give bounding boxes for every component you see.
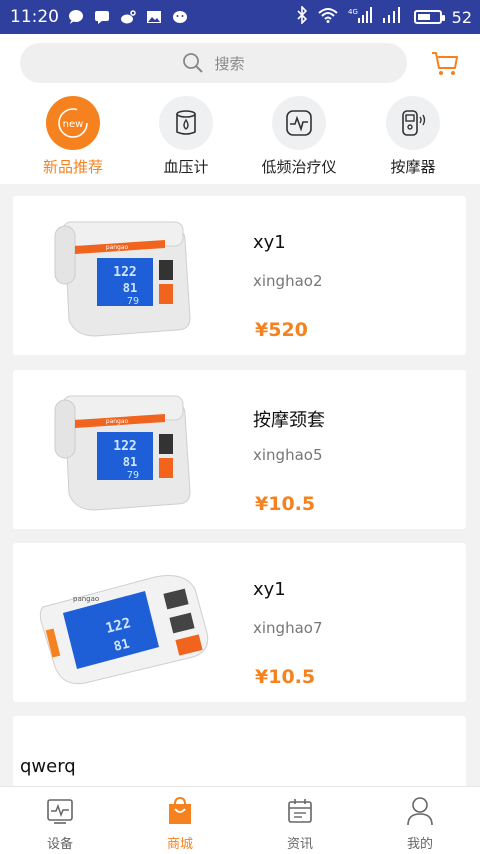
- system-status: 4G 52: [296, 0, 472, 34]
- device-reading: 122: [113, 265, 136, 280]
- tab-news[interactable]: 资讯: [260, 795, 340, 852]
- product-title: qwerq: [20, 756, 76, 777]
- category-low-frequency[interactable]: 低频治疗仪: [244, 96, 354, 177]
- wifi-icon: [317, 7, 338, 27]
- pulse-device-icon: [272, 96, 326, 150]
- weibo-icon: [119, 9, 137, 25]
- product-card[interactable]: 122 81 79 pangao 按摩颈套 xinghao5 ¥10.5: [13, 370, 466, 529]
- profile-icon: [380, 795, 460, 827]
- news-icon: [260, 795, 340, 827]
- tab-device[interactable]: 设备: [20, 795, 100, 852]
- category-new[interactable]: new 新品推荐: [18, 96, 128, 177]
- device-brand: pangao: [106, 244, 129, 251]
- device-reading: 79: [127, 470, 139, 481]
- product-title: xy1: [253, 579, 286, 600]
- device-reading: 122: [113, 439, 136, 454]
- product-title: xy1: [253, 232, 286, 253]
- device-brand: pangao: [106, 418, 129, 425]
- cart-button[interactable]: [430, 48, 460, 82]
- battery-level: 52: [451, 7, 472, 27]
- status-time: 11:20: [10, 7, 59, 27]
- tab-label: 设备: [46, 837, 73, 852]
- category-label: 血压计: [163, 158, 209, 176]
- blood-pressure-icon: [159, 96, 213, 150]
- bluetooth-icon: [296, 5, 308, 28]
- product-price: ¥520: [255, 319, 308, 341]
- header-area: 搜索 new 新品推荐 血压计 低频治疗仪 按摩器: [0, 34, 480, 184]
- product-card[interactable]: qwerq: [13, 716, 466, 796]
- tab-label: 我的: [406, 837, 433, 852]
- product-title: 按摩颈套: [253, 410, 325, 431]
- device-reading: 79: [127, 296, 139, 307]
- device-brand: pangao: [73, 595, 99, 603]
- product-model: xinghao5: [253, 446, 323, 464]
- category-massager[interactable]: 按摩器: [358, 96, 468, 177]
- category-label: 新品推荐: [42, 158, 103, 176]
- shopping-bag-icon: [140, 795, 220, 827]
- category-label: 按摩器: [390, 158, 436, 176]
- device-reading: 81: [123, 455, 137, 469]
- status-bar: 11:20 4G 52: [0, 0, 480, 34]
- massager-icon: [386, 96, 440, 150]
- product-image: 122 81 pangao: [35, 555, 215, 690]
- product-model: xinghao2: [253, 272, 323, 290]
- chat-icon: [93, 9, 111, 25]
- notification-icons: [67, 9, 189, 25]
- product-card[interactable]: 122 81 pangao xy1 xinghao7 ¥10.5: [13, 543, 466, 702]
- tab-label: 商城: [166, 837, 193, 852]
- search-placeholder: 搜索: [214, 54, 245, 73]
- battery-icon: [413, 10, 445, 24]
- product-price: ¥10.5: [255, 666, 316, 688]
- search-icon: [183, 53, 204, 73]
- signal-4g-icon: 4G: [348, 6, 372, 28]
- signal-icon: [382, 6, 404, 28]
- tab-mall[interactable]: 商城: [140, 795, 220, 852]
- image-icon: [145, 9, 163, 25]
- device-reading: 81: [123, 281, 137, 295]
- svg-text:4G: 4G: [348, 8, 358, 16]
- product-card[interactable]: 122 81 79 pangao xy1 xinghao2 ¥520: [13, 196, 466, 355]
- new-badge-text: new: [63, 119, 84, 130]
- category-label: 低频治疗仪: [261, 158, 337, 176]
- product-price: ¥10.5: [255, 493, 316, 515]
- search-bar[interactable]: 搜索: [20, 43, 407, 83]
- message-icon: [67, 9, 85, 25]
- cart-icon: [432, 52, 458, 75]
- category-blood-pressure[interactable]: 血压计: [131, 96, 241, 177]
- product-image: 122 81 79 pangao: [35, 208, 215, 343]
- product-image: 122 81 79 pangao: [35, 382, 215, 517]
- bottom-tab-bar: 设备 商城 资讯 我的: [0, 786, 480, 854]
- category-row: new 新品推荐 血压计 低频治疗仪 按摩器: [0, 96, 480, 184]
- device-icon: [20, 795, 100, 827]
- tab-label: 资讯: [286, 837, 313, 852]
- new-icon: new: [46, 96, 100, 150]
- tab-mine[interactable]: 我的: [380, 795, 460, 852]
- product-model: xinghao7: [253, 619, 323, 637]
- wechat-icon: [171, 9, 189, 25]
